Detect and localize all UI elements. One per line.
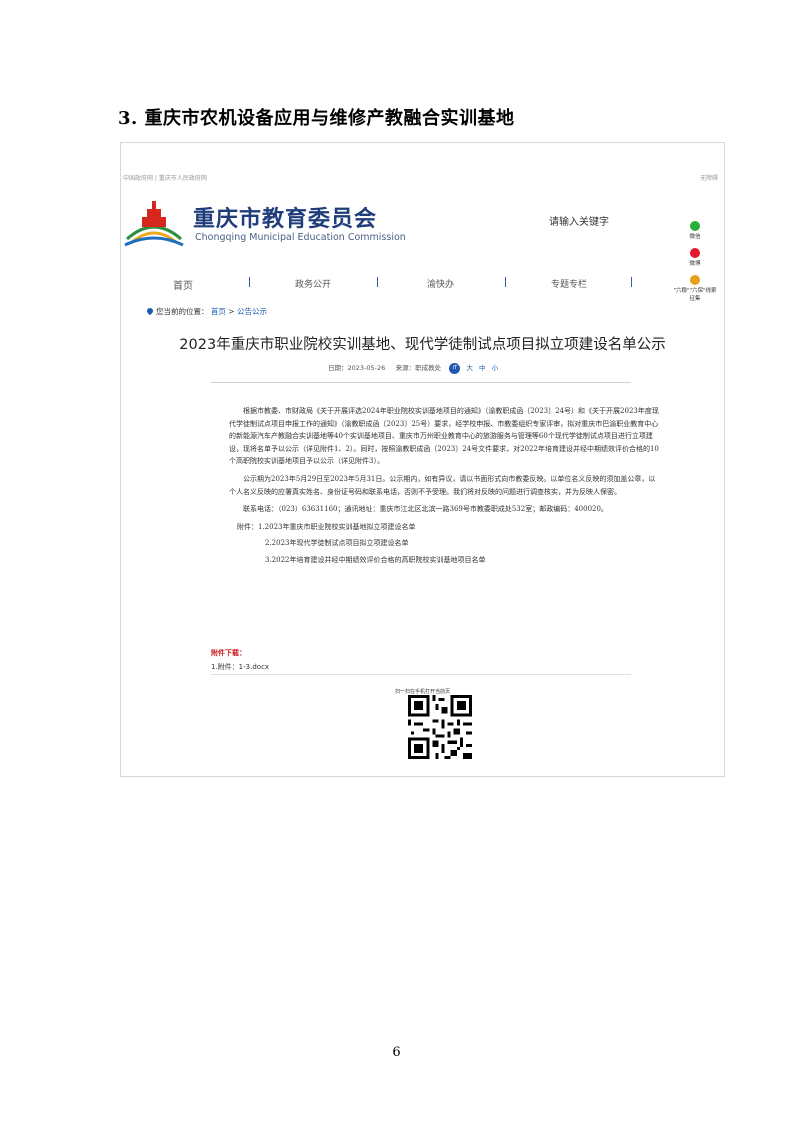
social-label: 微信: [689, 234, 701, 240]
article-source: 来源：职成教处: [395, 364, 442, 372]
location-pin-icon: [145, 306, 155, 316]
nav-item-home[interactable]: 首页: [173, 277, 193, 292]
accessibility-link[interactable]: 无障碍: [700, 173, 718, 182]
site-name: 重庆市教育委员会: [193, 207, 378, 232]
paragraph: 公示期为2023年5月29日至2023年5月31日。公示期内，如有异议，请以书面…: [229, 474, 656, 496]
qr-caption: 扫一扫在手机打开当前页: [394, 689, 450, 695]
site-name-en: Chongqing Municipal Education Commission: [195, 232, 406, 243]
social-item-weibo[interactable]: 微博: [673, 248, 717, 267]
website-screenshot: 中国政府网 | 重庆市人民政府网 无障碍 重庆市教育委员会 Chongqing …: [120, 142, 725, 777]
social-item-clue[interactable]: "六稳""六保"线索征集: [673, 275, 717, 302]
font-size-large[interactable]: 大: [466, 364, 473, 372]
social-sidebar: 微信 微博 "六稳""六保"线索征集: [673, 221, 717, 310]
attachment-line: 附件：1.2023年重庆市职业院校实训基地拟立项建设名单: [237, 522, 416, 531]
social-label: 微博: [689, 261, 701, 267]
nav-item-topics[interactable]: 专题专栏: [551, 277, 587, 290]
nav-divider: [505, 277, 506, 287]
article-body: 根据市教委、市财政局《关于开展评选2024年职业院校实训基地项目的通知》（渝教职…: [229, 405, 661, 571]
social-item-wechat[interactable]: 微信: [673, 221, 717, 240]
breadcrumb-home[interactable]: 首页: [211, 307, 226, 316]
breadcrumb: 您当前的位置： 首页 > 公告公示: [145, 306, 267, 317]
clue-icon: [690, 275, 700, 285]
social-label: "六稳""六保"线索征集: [673, 288, 717, 302]
section-heading: 3. 重庆市农机设备应用与维修产教融合实训基地: [118, 108, 515, 129]
emblem-logo-icon: [124, 201, 184, 247]
article-title: 2023年重庆市职业院校实训基地、现代学徒制试点项目拟立项建设名单公示: [179, 337, 666, 353]
nav-item-service[interactable]: 渝快办: [427, 277, 454, 290]
breadcrumb-sep: >: [225, 307, 237, 316]
nav-item-gov-open[interactable]: 政务公开: [295, 277, 331, 290]
wechat-icon: [690, 221, 700, 231]
nav-divider: [631, 277, 632, 287]
weibo-icon: [690, 248, 700, 258]
download-label: 附件下载：: [211, 649, 246, 657]
paragraph: 联系电话：（023）63631160；通讯地址：重庆市江北区北滨一路369号市教…: [243, 505, 608, 514]
download-file-link[interactable]: 1.附件：1-3.docx: [211, 662, 269, 672]
nav-divider: [249, 277, 250, 287]
top-links[interactable]: 中国政府网 | 重庆市人民政府网: [123, 173, 207, 182]
article-date: 日期：2023-05-26: [328, 364, 386, 372]
divider: [211, 674, 631, 675]
nav-divider: [377, 277, 378, 287]
font-size-small[interactable]: 小: [492, 364, 499, 372]
article-meta: 日期：2023-05-26 来源：职成教处 iT 大 中 小: [328, 362, 498, 374]
divider: [211, 382, 631, 383]
font-size-icon: iT: [449, 362, 461, 374]
breadcrumb-prefix: 您当前的位置：: [156, 307, 209, 316]
attachment-line: 3.2022年培育建设并经中期绩效评价合格的高职院校实训基地项目名单: [265, 555, 486, 564]
qr-code-icon: [408, 695, 472, 759]
attachment-line: 2.2023年现代学徒制试点项目拟立项建设名单: [265, 539, 409, 548]
font-size-medium[interactable]: 中: [479, 364, 486, 372]
breadcrumb-current[interactable]: 公告公示: [237, 307, 267, 316]
search-input[interactable]: 请输入关键字: [549, 213, 609, 228]
paragraph: 根据市教委、市财政局《关于开展评选2024年职业院校实训基地项目的通知》（渝教职…: [229, 407, 659, 466]
page-number: 6: [392, 1045, 401, 1060]
